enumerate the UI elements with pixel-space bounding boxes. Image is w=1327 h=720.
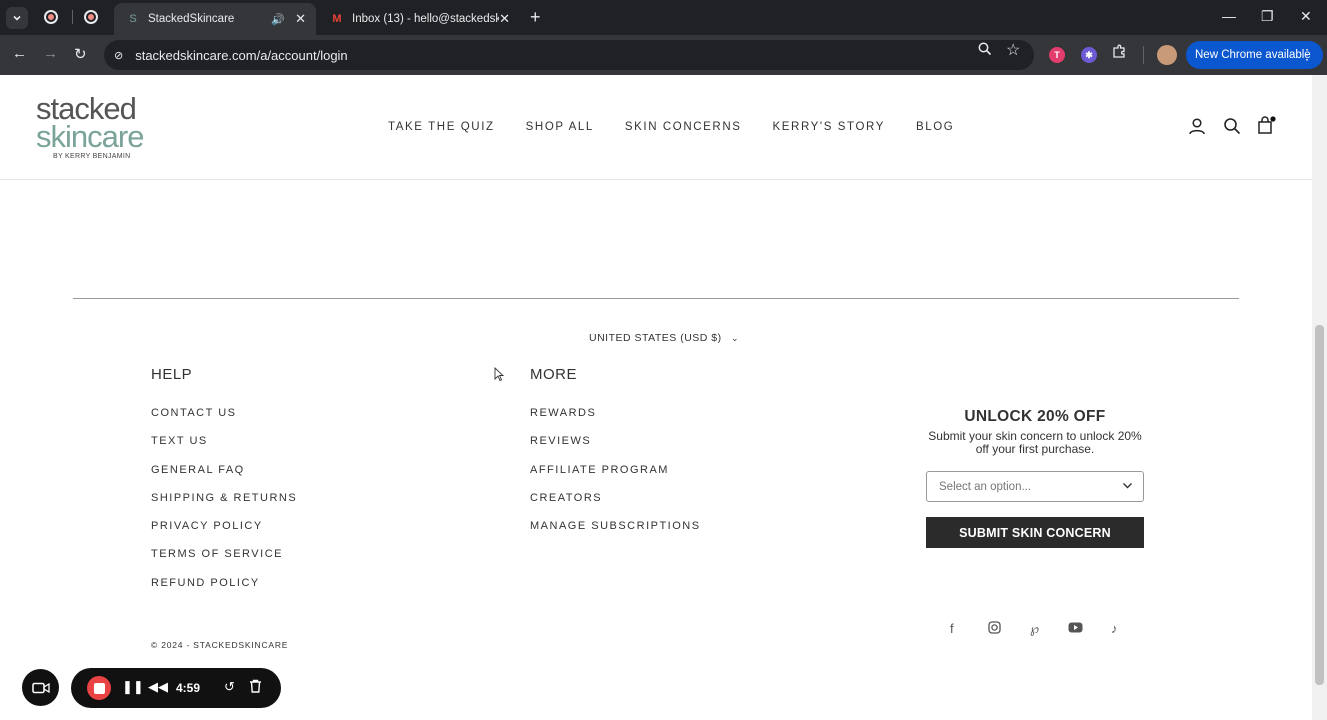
minimize-icon[interactable]: — xyxy=(1222,8,1236,24)
recording-timer: 4:59 xyxy=(176,681,201,695)
nav-shop-all[interactable]: SHOP ALL xyxy=(526,121,594,133)
pinterest-icon[interactable]: ℘ xyxy=(1030,621,1039,637)
extension-icon[interactable]: ✱ xyxy=(1081,47,1097,63)
footer-link-creators[interactable]: CREATORS xyxy=(530,492,701,520)
chevron-down-icon xyxy=(13,15,21,21)
footer-link-refund-policy[interactable]: REFUND POLICY xyxy=(151,577,297,605)
youtube-icon[interactable] xyxy=(1068,621,1083,636)
nav-skin-concerns[interactable]: SKIN CONCERNS xyxy=(625,121,742,133)
video-camera-icon xyxy=(31,682,50,693)
close-window-icon[interactable]: ✕ xyxy=(1300,8,1312,25)
footer-link-text-us[interactable]: TEXT US xyxy=(151,435,297,463)
close-tab-icon[interactable]: ✕ xyxy=(295,11,306,27)
tab-title: Inbox (13) - hello@stackedskinc xyxy=(352,13,500,25)
help-links: CONTACT US TEXT US GENERAL FAQ SHIPPING … xyxy=(151,407,297,605)
promo-text: Submit your skin concern to unlock 20% o… xyxy=(928,429,1142,456)
browser-tab-bar: S StackedSkincare 🔊 ✕ M Inbox (13) - hel… xyxy=(0,0,1327,35)
nav-blog[interactable]: BLOG xyxy=(916,121,954,133)
extension-t-icon[interactable]: T xyxy=(1049,47,1065,63)
stop-recording-button[interactable] xyxy=(87,676,111,700)
nav-take-the-quiz[interactable]: TAKE THE QUIZ xyxy=(388,121,495,133)
more-title: MORE xyxy=(530,366,577,383)
toolbar-divider xyxy=(1143,46,1144,64)
promo-title: UNLOCK 20% OFF xyxy=(964,408,1106,425)
stackedskincare-favicon: S xyxy=(129,13,137,25)
footer-link-contact-us[interactable]: CONTACT US xyxy=(151,407,297,435)
account-icon[interactable] xyxy=(1188,117,1206,140)
instagram-icon[interactable] xyxy=(988,621,1001,637)
promo-block: UNLOCK 20% OFF Submit your skin concern … xyxy=(926,408,1144,456)
mouse-cursor-icon xyxy=(494,367,504,382)
stacked-skincare-logo[interactable]: stacked skincare BY KERRY BENJAMIN xyxy=(36,93,151,160)
facebook-icon[interactable]: f xyxy=(950,621,954,636)
footer-link-shipping-returns[interactable]: SHIPPING & RETURNS xyxy=(151,492,297,520)
reload-icon[interactable]: ↻ xyxy=(74,45,87,63)
extensions-puzzle-icon[interactable] xyxy=(1112,44,1127,62)
tab-title: StackedSkincare xyxy=(148,13,235,25)
site-info-icon[interactable]: ⊘ xyxy=(114,49,123,62)
restore-icon[interactable]: ❐ xyxy=(1261,8,1274,25)
trash-icon[interactable] xyxy=(249,679,262,696)
bookmark-star-icon[interactable]: ☆ xyxy=(1006,40,1020,60)
more-links: REWARDS REVIEWS AFFILIATE PROGRAM CREATO… xyxy=(530,407,701,548)
cart-icon[interactable] xyxy=(1257,116,1277,140)
close-tab-icon[interactable]: ✕ xyxy=(499,11,510,27)
footer-link-affiliate-program[interactable]: AFFILIATE PROGRAM xyxy=(530,464,701,492)
gmail-favicon: M xyxy=(332,13,342,25)
more-vert-icon[interactable]: ⋮ xyxy=(1300,46,1314,62)
logo-line-3: BY KERRY BENJAMIN xyxy=(53,153,131,160)
url-text: stackedskincare.com/a/account/login xyxy=(135,47,348,63)
rewind-icon[interactable]: ◀◀ xyxy=(148,679,168,695)
footer-link-rewards[interactable]: REWARDS xyxy=(530,407,701,435)
footer-link-terms-of-service[interactable]: TERMS OF SERVICE xyxy=(151,548,297,576)
site-page: stacked skincare BY KERRY BENJAMIN TAKE … xyxy=(0,75,1312,720)
footer-link-privacy-policy[interactable]: PRIVACY POLICY xyxy=(151,520,297,548)
tiktok-icon[interactable]: ♪ xyxy=(1111,621,1118,636)
nav-kerrys-story[interactable]: KERRY'S STORY xyxy=(773,121,885,133)
back-arrow-icon[interactable]: ← xyxy=(12,45,27,62)
new-chrome-available-button[interactable]: New Chrome available ⋮ xyxy=(1186,41,1323,69)
footer-link-general-faq[interactable]: GENERAL FAQ xyxy=(151,464,297,492)
main-navigation: TAKE THE QUIZ SHOP ALL SKIN CONCERNS KER… xyxy=(388,121,985,133)
browser-toolbar: ← → ↻ ⊘ stackedskincare.com/a/account/lo… xyxy=(0,35,1327,75)
search-icon[interactable] xyxy=(1223,117,1241,140)
tab-stackedskincare[interactable]: S StackedSkincare 🔊 ✕ xyxy=(114,3,316,35)
camera-toggle-button[interactable] xyxy=(22,669,59,706)
new-tab-button[interactable]: + xyxy=(530,7,541,27)
address-bar[interactable]: ⊘ stackedskincare.com/a/account/login xyxy=(104,40,1034,70)
recording-tab-icon[interactable] xyxy=(44,10,58,24)
recording-controls: ❚❚ ◀◀ 4:59 ↺ xyxy=(71,668,281,708)
tab-gmail-inbox[interactable]: M Inbox (13) - hello@stackedskinc ✕ xyxy=(318,3,520,35)
help-title: HELP xyxy=(151,366,193,383)
currency-label: UNITED STATES (USD $) xyxy=(589,332,722,344)
zoom-icon[interactable] xyxy=(978,42,992,59)
logo-line-2: skincare xyxy=(36,119,144,154)
submit-skin-concern-button[interactable]: SUBMIT SKIN CONCERN xyxy=(926,517,1144,548)
tab-separator xyxy=(72,10,73,24)
tab-search-button[interactable] xyxy=(6,7,28,29)
recording-tab-icon[interactable] xyxy=(84,10,98,24)
profile-avatar[interactable] xyxy=(1157,45,1177,65)
new-chrome-available-label: New Chrome available xyxy=(1195,49,1311,61)
select-placeholder: Select an option... xyxy=(939,480,1032,493)
scrollbar-thumb[interactable] xyxy=(1315,325,1324,685)
forward-arrow-icon[interactable]: → xyxy=(43,45,58,62)
chevron-down-icon xyxy=(1122,480,1133,494)
footer-link-reviews[interactable]: REVIEWS xyxy=(530,435,701,463)
skin-concern-select[interactable]: Select an option... xyxy=(926,471,1144,502)
restart-icon[interactable]: ↺ xyxy=(224,679,235,695)
speaker-icon[interactable]: 🔊 xyxy=(271,13,285,26)
pause-icon[interactable]: ❚❚ xyxy=(122,679,144,695)
copyright: © 2024 - STACKEDSKINCARE xyxy=(151,640,289,650)
currency-selector[interactable]: UNITED STATES (USD $) ⌄ xyxy=(589,332,739,344)
header-divider xyxy=(0,179,1312,180)
footer-link-manage-subscriptions[interactable]: MANAGE SUBSCRIPTIONS xyxy=(530,520,701,548)
chevron-down-icon: ⌄ xyxy=(731,333,740,343)
footer-divider xyxy=(73,298,1239,299)
